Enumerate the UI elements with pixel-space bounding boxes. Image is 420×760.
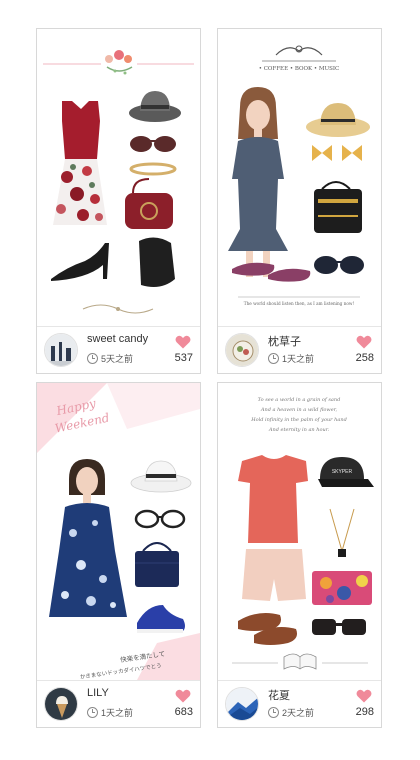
red-dress [53,101,107,225]
like-count: 683 [174,706,193,718]
username[interactable]: sweet candy [87,333,148,345]
avatar[interactable] [225,333,259,367]
post-time: 5天之前 [87,351,133,365]
poem: To see a world in a grain of sand And a … [250,397,347,433]
poem-line: Hold infinity in the palm of your hand [250,417,347,423]
avatar[interactable] [44,333,78,367]
cap-text: SKYPER [332,469,353,475]
card-footer: 花夏 2天之前 298 [218,680,381,727]
pink-shorts [242,549,306,601]
flat-shoes [232,262,311,282]
outfit-collage-image: Happy Weekend 快楽を満たして かきまないドッカダイハツでとう [37,383,200,680]
grey-fedora [129,91,181,122]
black-bag [314,181,362,233]
avatar-image [226,334,258,366]
username[interactable]: LILY [87,687,109,699]
avatar-image [45,688,77,720]
heart-icon[interactable] [175,335,191,349]
outfit-card-huaxia[interactable]: To see a world in a grain of sand And a … [217,382,382,728]
sunglasses [314,256,364,274]
brown-sandals [238,613,297,645]
black-cap: SKYPER [318,457,374,487]
avatar-image [45,334,77,366]
like-count: 298 [355,706,374,718]
open-book [283,653,317,670]
post-time-text: 1天之前 [282,353,315,364]
black-scarf [139,237,175,287]
red-bag [125,178,173,229]
username[interactable]: 花夏 [268,687,290,703]
outfit-collage[interactable]: To see a world in a grain of sand And a … [218,383,381,680]
outfit-card-sweet-candy[interactable]: sweet candy 5天之前 537 [36,28,201,374]
avatar[interactable] [225,687,259,721]
crown-ornament [262,45,336,62]
outfit-collage[interactable]: • COFFEE • BOOK • MUSIC The world should… [218,29,381,326]
gold-bracelet [129,162,177,176]
post-time-text: 2天之前 [282,707,315,718]
navy-bag [135,542,179,587]
clock-icon [268,352,279,364]
post-time: 1天之前 [87,705,133,719]
poem-line: To see a world in a grain of sand [258,397,341,403]
model-woman [49,459,127,617]
post-time: 1天之前 [268,351,314,365]
model-woman [228,87,288,277]
card-footer: 枕草子 1天之前 258 [218,326,381,373]
white-panama-hat [130,460,192,493]
outfit-collage[interactable] [37,29,200,326]
outfit-collage[interactable]: Happy Weekend 快楽を満たして かきまないドッカダイハツでとう [37,383,200,680]
heart-icon[interactable] [356,335,372,349]
header-text: • COFFEE • BOOK • MUSIC [259,66,340,72]
outfit-card-lily[interactable]: Happy Weekend 快楽を満たして かきまないドッカダイハツでとう LI… [36,382,201,728]
heart-icon[interactable] [356,689,372,703]
clock-icon [87,706,98,718]
straw-hat [306,103,370,137]
username[interactable]: 枕草子 [268,333,301,349]
post-time-text: 1天之前 [101,707,134,718]
bow-earrings [312,145,362,161]
gold-necklace [329,508,355,557]
avatar-image [226,688,258,720]
card-footer: LILY 1天之前 683 [37,680,200,727]
avatar[interactable] [44,687,78,721]
floral-ornament [105,50,133,75]
blue-sneaker [137,605,185,633]
poem-line: And a heaven in a wild flower, [260,407,338,413]
card-footer: sweet candy 5天之前 537 [37,326,200,373]
post-time-text: 5天之前 [101,353,134,364]
outfit-collage-image [43,50,194,314]
like-count: 258 [355,352,374,364]
colorful-clutch [312,571,372,605]
poem-line: And eternity in an hour. [268,427,330,433]
coral-top [238,455,308,543]
outfit-collage-image: • COFFEE • BOOK • MUSIC The world should… [228,45,370,306]
outfit-card-zhencaozi[interactable]: • COFFEE • BOOK • MUSIC The world should… [217,28,382,374]
heart-icon[interactable] [175,689,191,703]
sunglasses [130,136,176,152]
sunglasses [312,619,366,635]
quote-text: The world should listen then, as I am li… [244,301,355,306]
sunglasses [134,509,186,529]
black-heel [51,243,109,281]
outfit-collage-image: To see a world in a grain of sand And a … [232,397,374,670]
like-count: 537 [174,352,193,364]
post-time: 2天之前 [268,705,314,719]
clock-icon [268,706,279,718]
clock-icon [87,352,98,364]
